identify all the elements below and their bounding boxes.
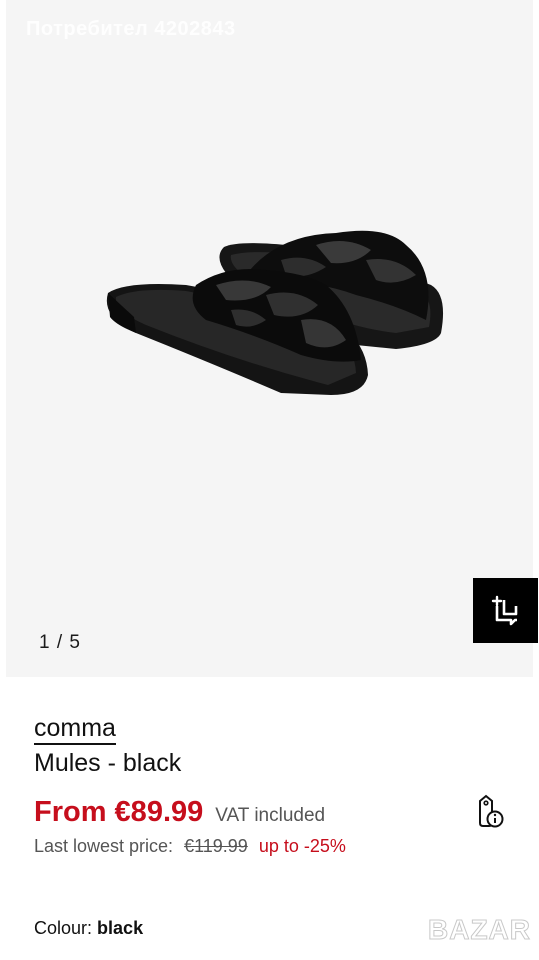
watermark-text: Потребител 4202843 — [26, 18, 236, 40]
view-in-room-icon — [491, 595, 517, 625]
colour-value: black — [97, 918, 144, 938]
original-price: €119.99 — [184, 836, 248, 856]
discount-badge: up to -25% — [258, 836, 346, 856]
price-tag-info-icon[interactable] — [470, 793, 506, 829]
watermark-logo: BAZAR — [428, 914, 531, 946]
view-in-room-button[interactable] — [473, 578, 538, 643]
product-image[interactable] — [96, 225, 456, 405]
colour-label: Colour: — [34, 918, 93, 938]
vat-note: VAT included — [215, 805, 326, 826]
product-title: Mules - black — [34, 749, 182, 777]
lowest-price-row: Last lowest price: €119.99 up to -25% — [34, 836, 346, 857]
product-gallery[interactable]: Потребител 4202843 1 / 5 — [6, 0, 533, 677]
image-counter: 1 / 5 — [39, 632, 81, 653]
brand-link[interactable]: comma — [34, 714, 116, 745]
lowest-price-label: Last lowest price: — [34, 836, 174, 856]
price-row: From €89.99 VAT included — [34, 796, 325, 829]
price-current: From €89.99 — [34, 796, 204, 828]
colour-selector[interactable]: Colour: black — [34, 918, 143, 939]
